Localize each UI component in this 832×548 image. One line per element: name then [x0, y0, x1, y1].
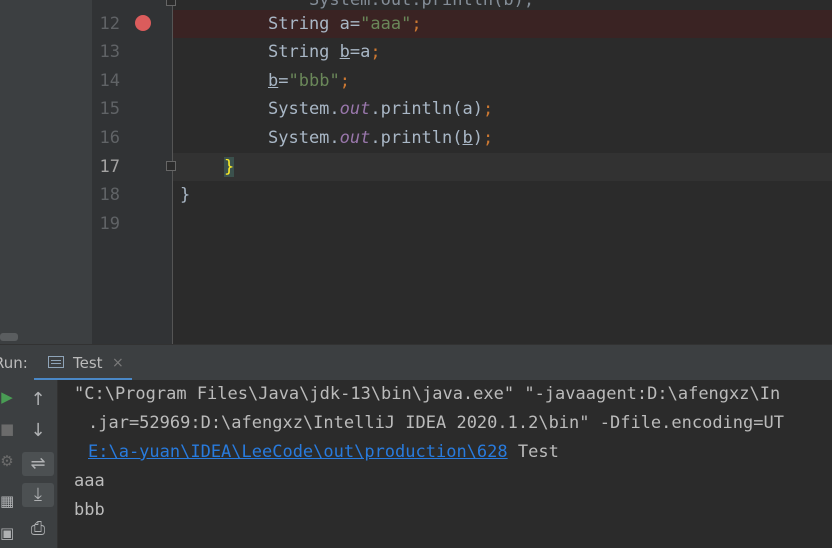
pin-icon[interactable]: ▣ — [0, 524, 14, 542]
rerun-icon[interactable]: ▶ — [0, 388, 14, 406]
semicolon: ; — [339, 71, 350, 91]
code-token: System. — [268, 128, 340, 148]
tab-test[interactable]: Test × — [34, 345, 132, 381]
code-token: System. — [268, 99, 340, 119]
fold-end-marker-icon[interactable] — [166, 161, 176, 171]
soft-wrap-icon[interactable]: ⇌ — [22, 452, 54, 476]
layout-icon[interactable]: ▦ — [0, 492, 14, 510]
run-tool-window-header: Run: Test × — [0, 344, 832, 381]
tab-label: Test — [73, 354, 103, 372]
static-field-token: out — [339, 128, 371, 148]
stop-icon[interactable]: ■ — [0, 420, 14, 438]
semicolon: ; — [483, 128, 494, 148]
classpath-link[interactable]: E:\a-yuan\IDEA\LeeCode\out\production\62… — [88, 442, 508, 462]
string-literal: "bbb" — [288, 71, 340, 91]
close-icon[interactable]: × — [112, 345, 124, 381]
semicolon: ; — [370, 42, 381, 62]
console-text: Test — [507, 442, 559, 462]
line-number[interactable]: 15 — [92, 95, 120, 123]
line-number[interactable]: 18 — [92, 181, 120, 209]
run-controls-stripe: ▶ ■ ⚙ ▦ ▣ — [0, 380, 18, 548]
variable-token: b — [268, 71, 279, 91]
line-number[interactable]: 19 — [92, 210, 120, 238]
semicolon: ; — [411, 14, 422, 34]
line-number[interactable]: 12 — [92, 10, 120, 38]
static-field-token: out — [339, 99, 371, 119]
run-label: Run: — [0, 354, 28, 372]
code-token: ) — [472, 128, 483, 148]
arrow-down-icon[interactable]: ↓ — [22, 419, 54, 443]
console-line: "C:\Program Files\Java\jdk-13\bin\java.e… — [74, 384, 781, 404]
string-literal: "aaa" — [360, 14, 412, 34]
scroll-to-end-icon[interactable]: ⤓ — [22, 483, 54, 507]
code-line-14[interactable]: b="bbb"; — [268, 67, 350, 95]
code-token: =a — [349, 42, 371, 62]
line-number[interactable]: 16 — [92, 124, 120, 152]
horizontal-scrollbar[interactable] — [0, 333, 18, 341]
breakpoint-icon[interactable] — [135, 15, 151, 31]
console-line: E:\a-yuan\IDEA\LeeCode\out\production\62… — [88, 438, 559, 467]
console-output-line: bbb — [74, 500, 105, 520]
semicolon: ; — [482, 99, 494, 119]
line-number[interactable]: 14 — [92, 67, 120, 95]
code-token: .println( — [370, 128, 463, 148]
console-output-line: aaa — [74, 471, 105, 491]
console-line: .jar=52969:D:\afengxz\IntelliJ IDEA 2020… — [88, 413, 784, 433]
code-line-16[interactable]: System.out.println(b); — [268, 124, 493, 152]
variable-token: b — [462, 128, 473, 148]
code-token: = — [278, 71, 289, 91]
code-line-15[interactable]: System.out.println(a); — [268, 95, 493, 123]
console-output[interactable]: "C:\Program Files\Java\jdk-13\bin\java.e… — [58, 380, 832, 548]
project-tool-stripe — [0, 0, 92, 344]
variable-token: b — [339, 42, 350, 62]
arrow-up-icon[interactable]: ↑ — [22, 388, 54, 412]
code-token: .println(a) — [370, 99, 483, 119]
code-line-17[interactable]: } — [224, 153, 235, 181]
closing-brace: } — [180, 185, 191, 205]
code-line-13[interactable]: String b=a; — [268, 38, 381, 66]
line-number-current[interactable]: 17 — [92, 153, 120, 181]
fold-marker-icon[interactable] — [166, 0, 176, 6]
code-token: String — [268, 42, 340, 62]
code-line-12[interactable]: String a="aaa"; — [268, 10, 422, 38]
caret-line-highlight — [173, 153, 832, 181]
line-number[interactable]: 13 — [92, 38, 120, 66]
console-icon — [48, 356, 64, 368]
matched-brace: } — [224, 157, 235, 177]
code-token: String a= — [268, 14, 361, 34]
settings-icon[interactable]: ⚙ — [0, 452, 14, 470]
code-line-18[interactable]: } — [180, 181, 190, 209]
print-icon[interactable]: ⎙ — [22, 517, 54, 541]
